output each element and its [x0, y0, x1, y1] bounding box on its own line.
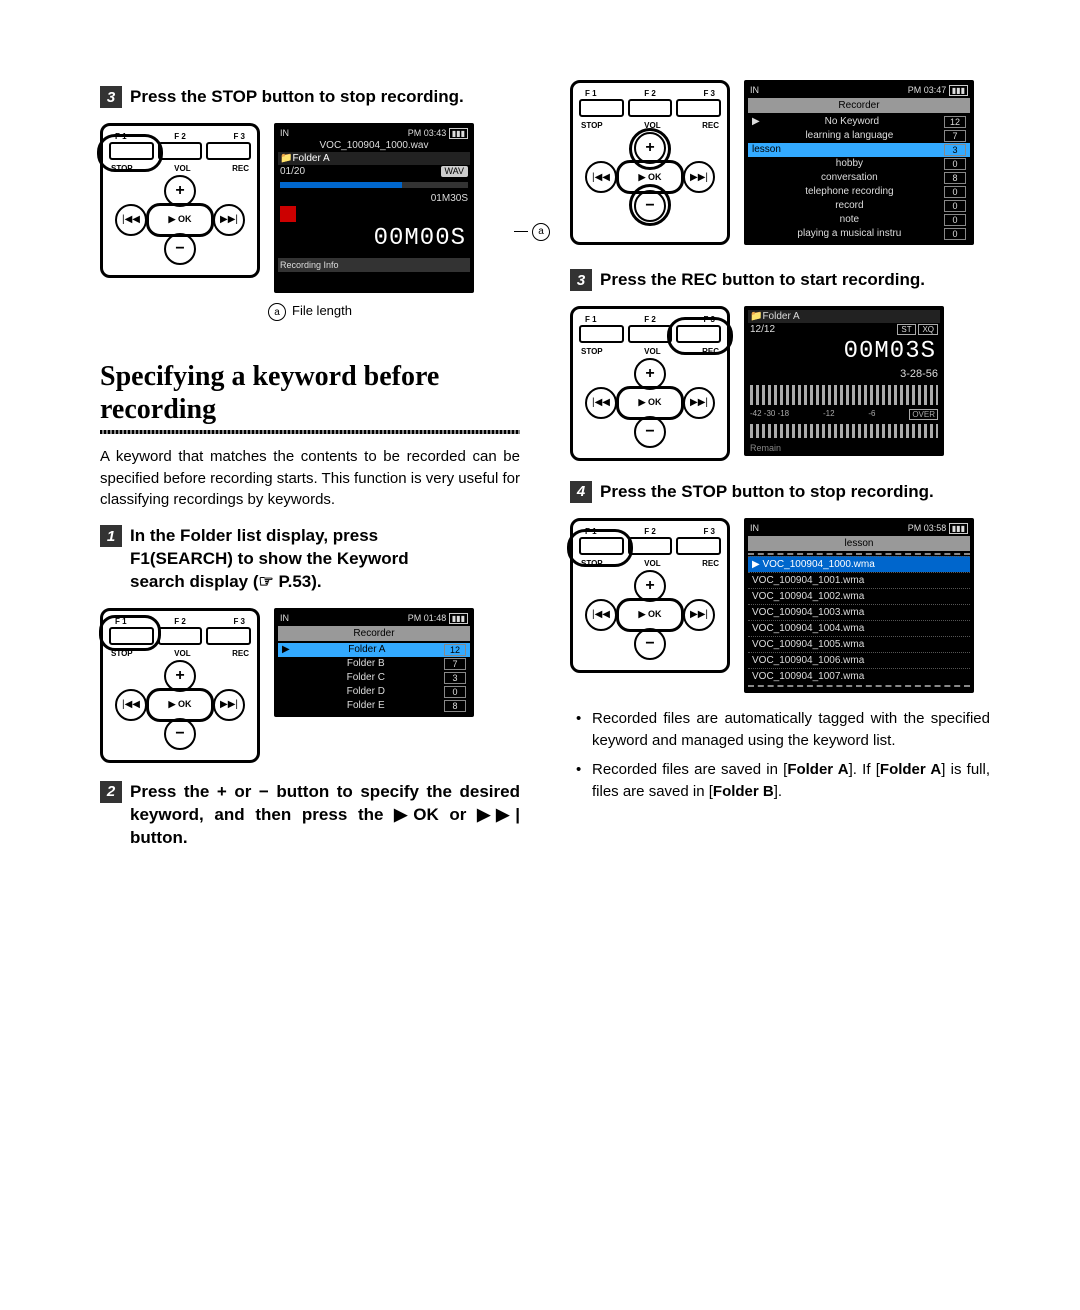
notes-list: Recorded files are automatically tagged … — [570, 708, 990, 803]
step-4-stop: 4 Press the STOP button to stop recordin… — [570, 481, 990, 504]
device-diagram-stop: F 1 F 2 F 3 STOP VOL REC + − |◀◀ ▶▶| ▶ O… — [100, 123, 260, 278]
caption-file-length: aFile length — [100, 303, 520, 322]
device-diagram-f1: F 1 F 2 F 3 STOP VOL REC + − |◀◀ ▶▶| ▶ O… — [100, 608, 260, 763]
step-number: 3 — [100, 86, 122, 108]
step-3-rec: 3 Press the REC button to start recordin… — [570, 269, 990, 292]
device-diagram-rec: F 1 F 2 F 3 STOP VOL REC + − |◀◀ ▶▶| ▶ O… — [570, 306, 730, 461]
note-item: Recorded files are saved in [Folder A]. … — [574, 759, 990, 803]
step-1: 1 In the Folder list display, press F1(S… — [100, 525, 520, 594]
device-diagram-stop2: F 1 F 2 F 3 STOP VOL REC + − |◀◀ ▶▶| ▶ O… — [570, 518, 730, 673]
section-body: A keyword that matches the contents to b… — [100, 446, 520, 511]
lcd-screen-keywords: IN PM 03:47 ▮▮▮ Recorder ▶ No Keyword12 … — [744, 80, 974, 245]
section-heading: Specifying a keyword before recording — [100, 361, 520, 425]
lcd-screen-recording: IN PM 03:43 ▮▮▮ VOC_100904_1000.wav 📁Fol… — [274, 123, 474, 293]
step-2: 2 Press the + or − button to specify the… — [100, 781, 520, 850]
lcd-screen-folders: IN PM 01:48 ▮▮▮ Recorder ▶ Folder A12 Fo… — [274, 608, 474, 717]
step-3-stop-top: 3 Press the STOP button to stop recordin… — [100, 86, 520, 109]
step-text: Press the STOP button to stop recording. — [130, 86, 464, 109]
ok-button: ▶ OK — [146, 203, 214, 237]
note-item: Recorded files are automatically tagged … — [574, 708, 990, 752]
callout-a: a — [514, 223, 550, 241]
lcd-screen-filelist: IN PM 03:58 ▮▮▮ lesson ▶ VOC_100904_1000… — [744, 518, 974, 693]
device-diagram-dpad: F 1 F 2 F 3 STOP VOL REC + − |◀◀ ▶▶| ▶ O… — [570, 80, 730, 245]
lcd-screen-level: 📁Folder A 12/12 ST XQ 00M03S 3-28-56 -42… — [744, 306, 944, 456]
